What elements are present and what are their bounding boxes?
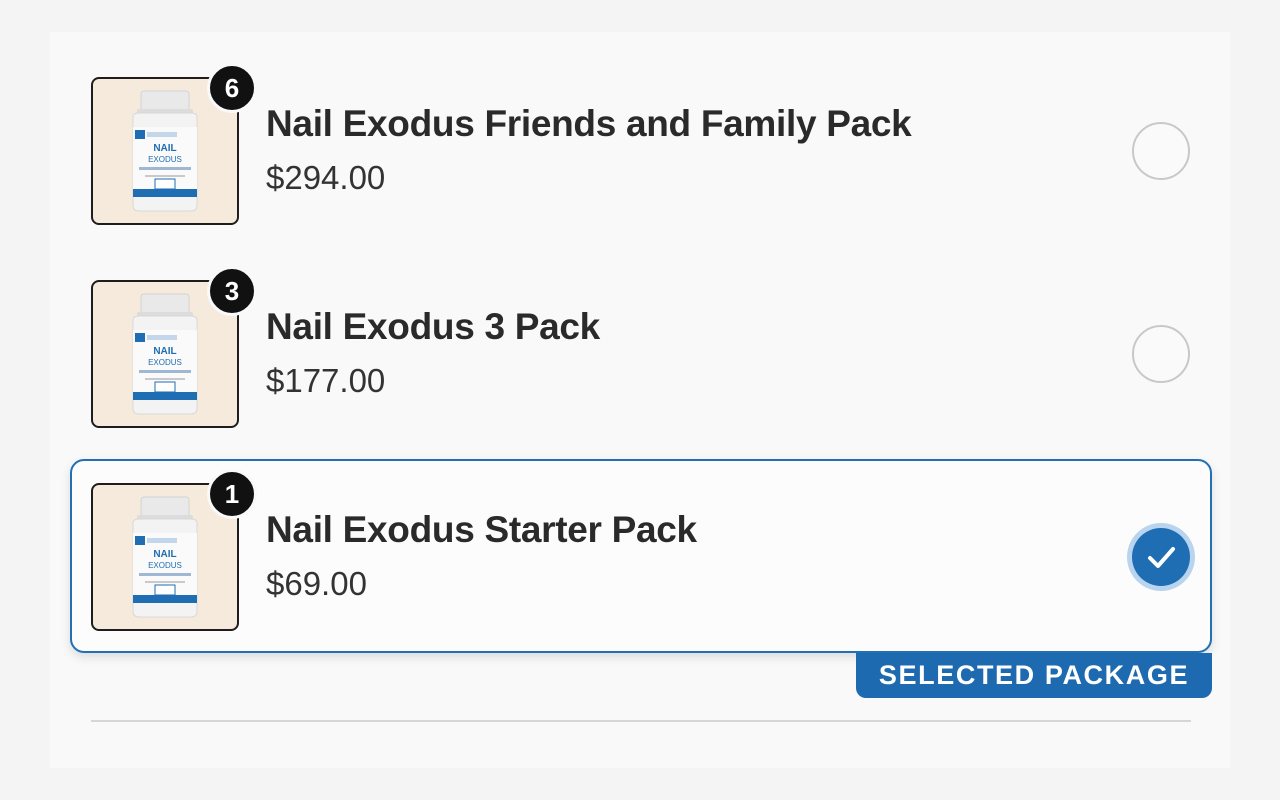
quantity-badge: 3 <box>207 266 257 316</box>
radio-checked-button[interactable] <box>1132 528 1190 586</box>
divider <box>91 720 1191 722</box>
svg-text:EXODUS: EXODUS <box>148 155 182 164</box>
package-price: $177.00 <box>266 362 386 399</box>
svg-text:NAIL: NAIL <box>153 346 176 357</box>
package-option-friends-family[interactable]: NAIL EXODUS 6 Nail Exodus Friends and Fa… <box>70 32 1212 226</box>
package-option-starter-pack[interactable]: NAIL EXODUS 1 Nail Exodus Starter Pack $… <box>70 459 1212 653</box>
svg-text:NAIL: NAIL <box>153 143 176 154</box>
quantity-badge: 1 <box>207 469 257 519</box>
svg-text:EXODUS: EXODUS <box>148 358 182 367</box>
radio-empty-icon[interactable] <box>1132 325 1190 383</box>
package-price: $294.00 <box>266 159 386 196</box>
package-option-3-pack[interactable]: NAIL EXODUS 3 Nail Exodus 3 Pack $177.00 <box>70 235 1212 429</box>
radio-empty-icon[interactable] <box>1132 122 1190 180</box>
package-name: Nail Exodus Starter Pack <box>266 509 697 550</box>
package-price: $69.00 <box>266 565 367 602</box>
package-name: Nail Exodus Friends and Family Pack <box>266 103 912 144</box>
quantity-badge: 6 <box>207 63 257 113</box>
selected-package-tag: SELECTED PACKAGE <box>856 653 1212 698</box>
check-icon <box>1148 547 1175 568</box>
package-name: Nail Exodus 3 Pack <box>266 306 600 347</box>
svg-text:NAIL: NAIL <box>153 549 176 560</box>
svg-text:EXODUS: EXODUS <box>148 561 182 570</box>
